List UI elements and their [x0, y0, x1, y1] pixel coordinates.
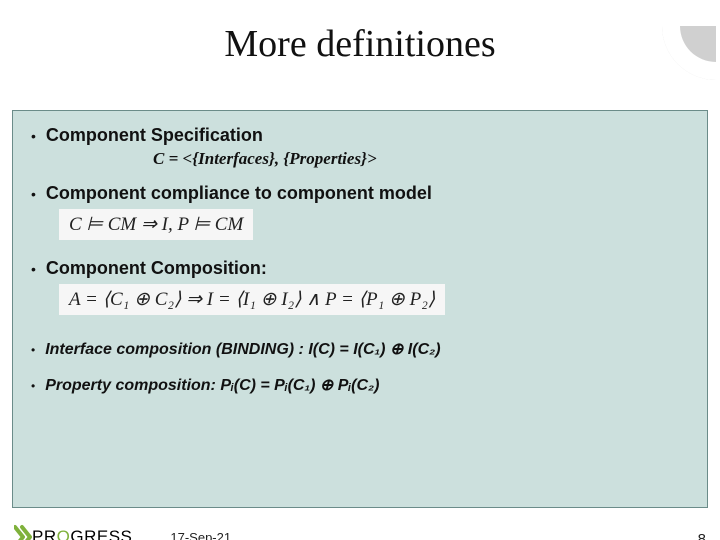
bullet-text: Component Specification	[46, 125, 263, 146]
formula-compliance: C ⊨ CM ⇒ I, P ⊨ CM	[59, 209, 253, 240]
bullet-dot: •	[31, 258, 36, 280]
formula-composition: A = ⟨C₁ ⊕ C₂⟩ ⇒ I = ⟨I₁ ⊕ I₂⟩ ∧ P = ⟨P₁ …	[59, 284, 445, 315]
bullet-dot: •	[31, 339, 35, 361]
bullet-text: Component Composition:	[46, 258, 267, 279]
brand-word: PROGRESS	[32, 527, 132, 540]
page-number: 8	[698, 531, 706, 540]
brand-text-1: PR	[32, 527, 57, 540]
brand-text-3: GRESS	[70, 527, 132, 540]
bullet-dot: •	[31, 375, 35, 397]
footer-date: 17-Sep-21	[170, 530, 231, 540]
brand-text-2: O	[57, 527, 71, 540]
slide-title: More definitiones	[0, 22, 720, 66]
bullet-interface-comp: • Interface composition (BINDING) : I(C)…	[31, 339, 707, 361]
bullet-text: Property composition: Pᵢ(C) = Pᵢ(C₁) ⊕ P…	[45, 375, 379, 395]
brand-chevron-icon	[14, 523, 32, 540]
formula-spec: C = <{Interfaces}, {Properties}>	[153, 149, 707, 169]
bullet-text: Component compliance to component model	[46, 183, 432, 204]
bullet-property-comp: • Property composition: Pᵢ(C) = Pᵢ(C₁) ⊕…	[31, 375, 707, 397]
bullet-text: Interface composition (BINDING) : I(C) =…	[45, 339, 440, 359]
bullet-dot: •	[31, 125, 36, 147]
bullet-component-spec: • Component Specification	[31, 125, 707, 147]
bullet-dot: •	[31, 183, 36, 205]
content-box: • Component Specification C = <{Interfac…	[12, 110, 708, 508]
slide: More definitiones • Component Specificat…	[0, 22, 720, 540]
bullet-composition: • Component Composition:	[31, 258, 707, 280]
brand-logo: PROGRESS	[14, 523, 132, 540]
footer: PROGRESS 17-Sep-21 8	[0, 518, 720, 540]
bullet-compliance: • Component compliance to component mode…	[31, 183, 707, 205]
